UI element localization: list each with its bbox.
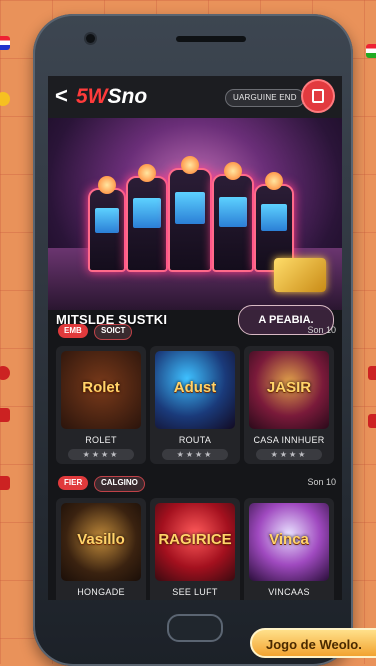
game-title: CASA INNHUER	[253, 435, 325, 445]
rating-stars: ★★★★	[256, 449, 322, 460]
game-thumbnail-text: RAGIRICE	[158, 531, 232, 548]
gift-button[interactable]	[303, 81, 333, 111]
play-now-button[interactable]: Jogo de Weolo.	[250, 628, 376, 658]
slot-machine-image	[168, 156, 212, 272]
star-icon	[0, 408, 10, 422]
rating-stars: ★★★★	[162, 449, 228, 460]
section-tag[interactable]: CALGINO	[94, 476, 145, 492]
flag-icon	[0, 36, 10, 50]
play-icon	[0, 476, 10, 490]
slot-machine-image	[212, 162, 254, 272]
app-screen: < 5WSno UARGUINE END MITSLDE SUSTKI A PE…	[48, 76, 342, 600]
game-thumbnail: Adust	[155, 351, 235, 429]
game-thumbnail-text: Vinca	[269, 531, 309, 548]
see-all-link[interactable]: Son 10	[307, 325, 336, 335]
game-thumbnail-text: Adust	[173, 379, 217, 396]
game-thumbnail-text: Rolet	[82, 379, 120, 396]
game-thumbnail-text: JASIR	[266, 379, 312, 396]
logo-suffix: Sno	[107, 85, 148, 108]
rating-stars: ★★★★	[68, 449, 134, 460]
section-tag[interactable]: SOICT	[94, 324, 133, 340]
game-card[interactable]: JASIR CASA INNHUER ★★★★	[244, 346, 334, 464]
game-thumbnail: RAGIRICE	[155, 503, 235, 581]
slot-machine-image	[88, 176, 126, 272]
camera	[86, 34, 95, 43]
game-thumbnail: Vasillo	[61, 503, 141, 581]
see-all-link[interactable]: Son 10	[307, 477, 336, 487]
logo-prefix: 5W	[76, 85, 108, 108]
game-card[interactable]: RAGIRICE SEE LUFT	[150, 498, 240, 600]
home-button[interactable]	[167, 614, 223, 642]
promo-banner[interactable]	[48, 118, 342, 310]
section-tag[interactable]: EMB	[58, 324, 88, 338]
speaker-grille	[176, 36, 246, 42]
game-thumbnail: JASIR	[249, 351, 329, 429]
game-card[interactable]: Vasillo HONGADE	[56, 498, 146, 600]
game-title: SEE LUFT	[172, 587, 218, 597]
section-header: FIER CALGINO Son 10	[48, 474, 342, 494]
section-tag[interactable]: FIER	[58, 476, 89, 490]
game-card[interactable]: Adust ROUTA ★★★★	[150, 346, 240, 464]
chip-icon-right-2	[368, 414, 376, 428]
section-header: EMB SOICT Son 10	[48, 322, 342, 342]
slot-machine-image	[126, 164, 168, 272]
game-thumbnail: Vinca	[249, 503, 329, 581]
game-thumbnail-text: Vasillo	[77, 531, 125, 548]
top-bar: < 5WSno UARGUINE END	[48, 76, 342, 118]
header-pill-button[interactable]: UARGUINE END	[225, 89, 305, 107]
game-title: HONGADE	[77, 587, 125, 597]
app-logo[interactable]: 5WSno	[76, 85, 147, 109]
game-title: VINCAAS	[268, 587, 310, 597]
back-button[interactable]: <	[55, 85, 68, 107]
game-title: ROUTA	[178, 435, 212, 445]
game-thumbnail: Rolet	[61, 351, 141, 429]
game-card[interactable]: Vinca VINCAAS	[244, 498, 334, 600]
game-title: ROLET	[85, 435, 117, 445]
gold-treasure-image	[274, 258, 326, 292]
flag-icon-right	[366, 44, 376, 58]
chip-icon-right	[368, 366, 376, 380]
game-card[interactable]: Rolet ROLET ★★★★	[56, 346, 146, 464]
gift-icon	[312, 89, 324, 103]
